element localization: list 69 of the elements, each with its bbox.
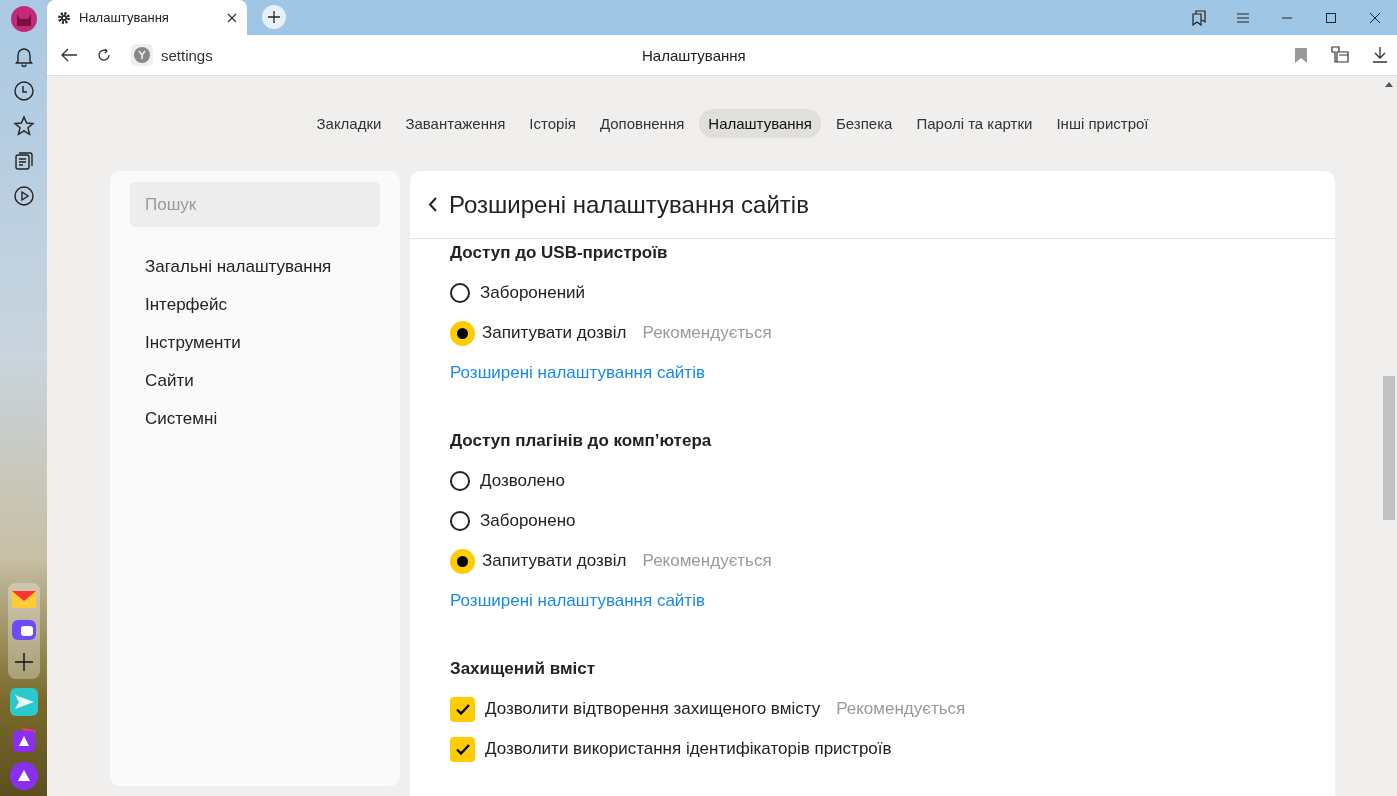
checkmark-icon <box>455 743 470 755</box>
option-label: Заборонено <box>480 511 576 531</box>
nav-tab[interactable]: Налаштування <box>699 109 821 138</box>
play-icon[interactable] <box>12 185 35 207</box>
scroll-up-icon[interactable] <box>1385 82 1393 87</box>
section-title: Захищений вміст <box>450 659 596 679</box>
radio-button[interactable] <box>450 471 470 491</box>
search-field[interactable]: Пошук <box>130 182 380 227</box>
scrollbar-thumb[interactable] <box>1383 376 1395 520</box>
radio-button[interactable] <box>450 511 470 531</box>
radio-button[interactable] <box>450 320 475 346</box>
page-title: Налаштування <box>642 46 746 64</box>
star-icon[interactable] <box>12 115 35 137</box>
section-title: Доступ плагінів до комп’ютера <box>450 431 713 451</box>
assistant-icon[interactable] <box>9 762 38 790</box>
download-icon[interactable] <box>1373 47 1387 63</box>
plus-icon <box>268 11 280 23</box>
clock-icon[interactable] <box>12 80 35 102</box>
checkbox[interactable] <box>450 736 475 762</box>
back-icon[interactable] <box>428 197 437 212</box>
sidebar-item[interactable]: Системні <box>130 409 380 429</box>
recommended-note: Рекомендується <box>642 323 772 343</box>
sidebar-item[interactable]: Сайти <box>130 371 380 391</box>
extensions-icon[interactable] <box>1331 46 1349 64</box>
close-icon[interactable] <box>227 12 237 23</box>
maximize-icon[interactable] <box>1326 12 1336 23</box>
nav-tab[interactable]: Інші пристрої <box>1047 109 1158 138</box>
menu-icon[interactable] <box>1237 12 1249 23</box>
option-label: Дозволити використання ідентифікаторів пристроїв <box>485 739 892 759</box>
option-label: Запитувати дозвіл <box>482 323 627 343</box>
bookmarks-icon[interactable] <box>1192 9 1206 26</box>
browser-tab[interactable]: Налаштування <box>47 0 247 35</box>
nav-tab[interactable]: Паролі та картки <box>907 109 1042 138</box>
nav-tab[interactable]: Безпека <box>827 109 902 138</box>
nav-tab[interactable]: Історія <box>520 109 585 138</box>
option-label: Заборонений <box>480 283 586 303</box>
checkbox[interactable] <box>450 696 475 722</box>
sidebar-item[interactable]: Інтерфейс <box>130 295 380 315</box>
reload-icon[interactable] <box>97 48 111 62</box>
address-text[interactable]: settings <box>161 46 213 64</box>
checkmark-icon <box>455 703 470 715</box>
option-label: Дозволити відтворення захищеного вмісту <box>485 699 821 719</box>
radio-button[interactable] <box>450 548 475 574</box>
option-label: Запитувати дозвіл <box>482 551 627 571</box>
messenger-icon[interactable] <box>10 618 37 642</box>
bookmark-icon[interactable] <box>1295 47 1307 63</box>
bell-icon[interactable] <box>12 45 35 67</box>
sidebar-item[interactable]: Загальні налаштування <box>130 257 380 277</box>
back-icon[interactable] <box>61 48 77 62</box>
gear-icon <box>57 10 71 25</box>
recommended-note: Рекомендується <box>642 551 772 571</box>
close-icon[interactable] <box>1370 12 1380 23</box>
nav-tab[interactable]: Доповнення <box>590 109 694 138</box>
new-tab-button[interactable] <box>262 5 286 29</box>
nav-tab[interactable]: Закладки <box>307 109 391 138</box>
settings-link[interactable]: Розширені налаштування сайтів <box>450 363 705 383</box>
recommended-note: Рекомендується <box>836 699 966 719</box>
section-title: Доступ до USB-пристроїв <box>450 243 669 263</box>
option-label: Дозволено <box>480 471 565 491</box>
browser-logo-icon <box>134 47 150 63</box>
avatar-icon[interactable] <box>10 6 37 32</box>
notes-icon[interactable] <box>12 150 35 172</box>
nav-tab[interactable]: Завантаження <box>396 109 515 138</box>
sidebar-item[interactable]: Інструменти <box>130 333 380 353</box>
send-icon[interactable] <box>9 688 38 716</box>
panel-title: Розширені налаштування сайтів <box>449 190 809 219</box>
radio-button[interactable] <box>450 283 470 303</box>
settings-link[interactable]: Розширені налаштування сайтів <box>450 591 705 611</box>
minimize-icon[interactable] <box>1282 16 1292 19</box>
